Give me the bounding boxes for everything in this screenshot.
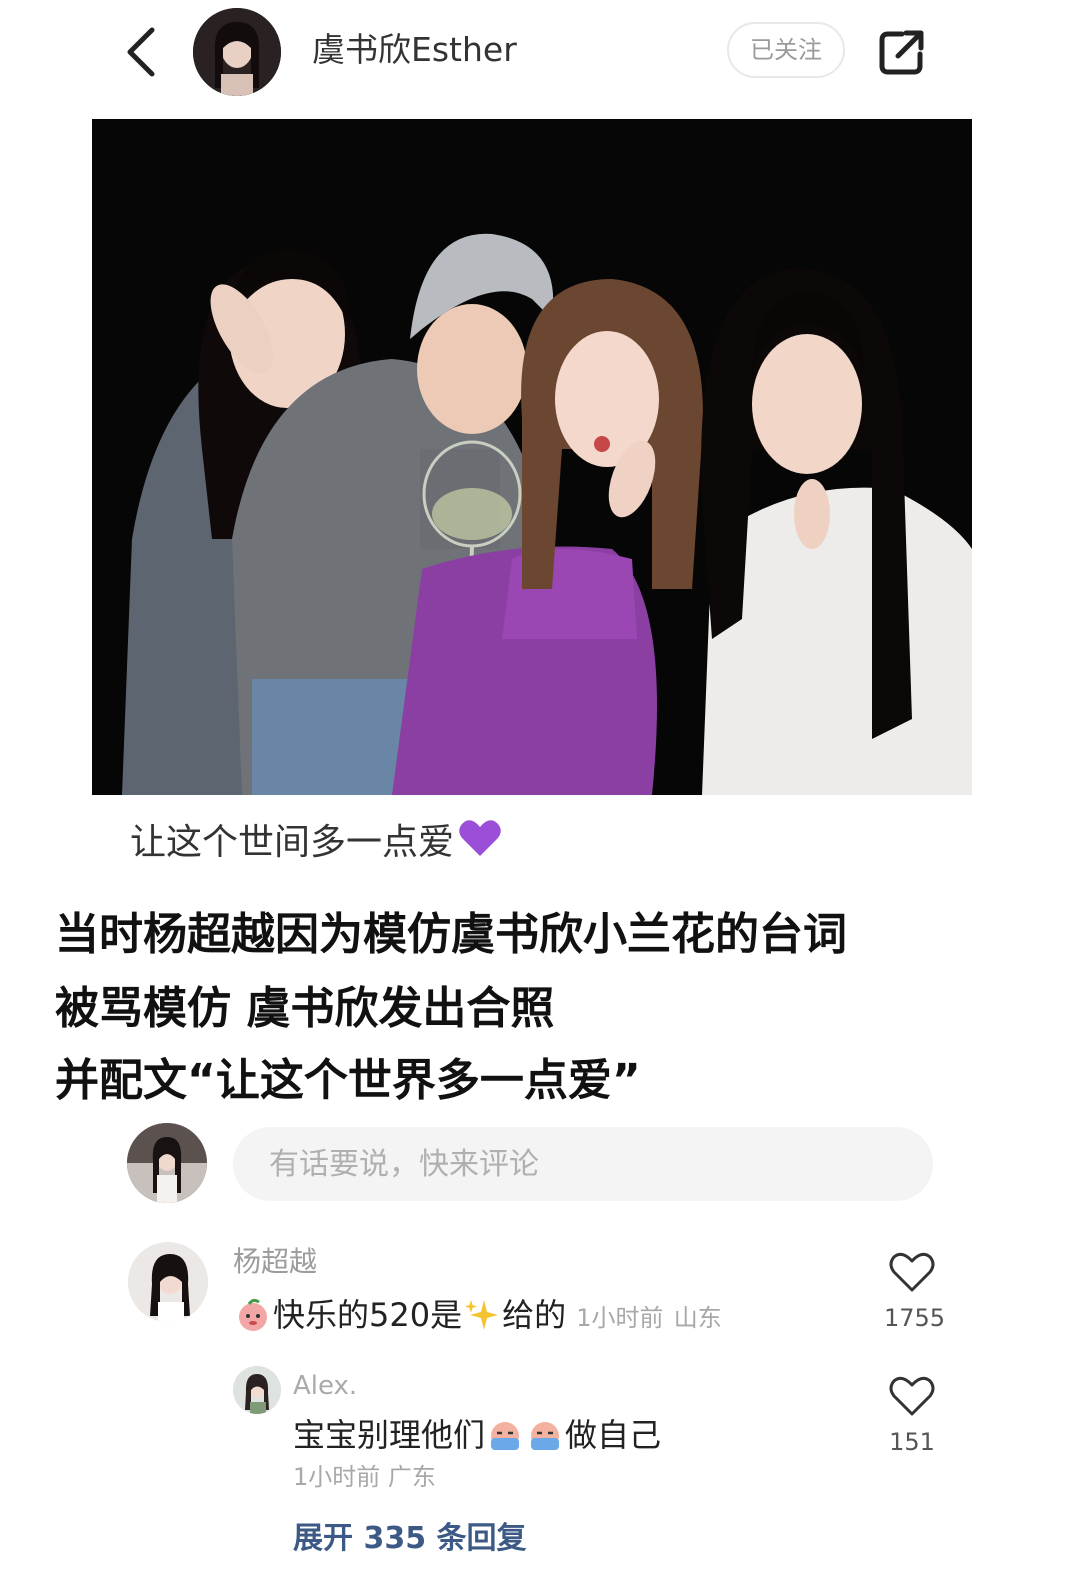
purple-heart-icon xyxy=(458,818,502,872)
heart-outline-icon xyxy=(889,1252,935,1292)
follow-button[interactable]: 已关注 xyxy=(727,22,845,78)
like-count: 151 xyxy=(889,1428,935,1456)
comment-input[interactable] xyxy=(233,1127,933,1201)
comment-location: 山东 xyxy=(673,1304,722,1332)
avatar-image xyxy=(233,1366,281,1414)
peach-face-emoji xyxy=(235,1298,271,1344)
like-button[interactable]: 1755 xyxy=(884,1250,946,1332)
post-caption: 让这个世间多一点爱 xyxy=(130,818,502,872)
headline-line-3: 并配文“让这个世界多一点爱” xyxy=(55,1055,641,1106)
chevron-left-icon xyxy=(127,27,155,77)
comment-text: 快乐的520是 给的 1小时前 山东 xyxy=(233,1292,722,1344)
author-name[interactable]: 虞书欣Esther xyxy=(312,26,517,74)
back-button[interactable] xyxy=(118,22,168,82)
share-button[interactable] xyxy=(874,24,930,80)
reply-location: 广东 xyxy=(387,1463,436,1491)
headline-line-2: 被骂模仿 虞书欣发出合照 xyxy=(55,983,555,1034)
reply-username[interactable]: Alex. xyxy=(293,1366,357,1406)
commenter-avatar[interactable] xyxy=(128,1242,208,1322)
my-avatar[interactable] xyxy=(127,1123,207,1203)
like-button[interactable]: 151 xyxy=(884,1374,940,1456)
reply-meta: 1小时前 广东 xyxy=(293,1460,436,1494)
avatar-image xyxy=(127,1123,207,1203)
reply-time: 1小时前 xyxy=(293,1463,381,1491)
expand-replies-link[interactable]: 展开 335 条回复 xyxy=(293,1517,527,1561)
replier-avatar[interactable] xyxy=(233,1366,281,1414)
avatar-image xyxy=(193,8,281,96)
avatar-image xyxy=(128,1242,208,1322)
reply-text: 宝宝别理他们 做自己 xyxy=(293,1412,661,1464)
headline-line-1: 当时杨超越因为模仿虞书欣小兰花的台词 xyxy=(55,909,847,960)
crying-emoji xyxy=(487,1418,523,1464)
sparkles-emoji xyxy=(464,1298,500,1344)
reply-text-part-1: 宝宝别理他们 xyxy=(293,1416,486,1454)
author-avatar[interactable] xyxy=(193,8,281,96)
comment-text-part-2: 给的 xyxy=(502,1296,567,1334)
group-photo-image xyxy=(92,119,972,795)
caption-text: 让这个世间多一点爱 xyxy=(130,822,455,863)
comment-text-part-1: 快乐的520是 xyxy=(273,1296,463,1334)
heart-outline-icon xyxy=(889,1376,935,1416)
like-count: 1755 xyxy=(884,1304,946,1332)
comment-time: 1小时前 xyxy=(576,1304,664,1332)
share-icon xyxy=(879,30,924,75)
crying-emoji xyxy=(527,1418,563,1464)
comment-username[interactable]: 杨超越 xyxy=(233,1242,317,1282)
reply-text-part-2: 做自己 xyxy=(565,1416,662,1454)
post-photo[interactable] xyxy=(92,119,972,795)
